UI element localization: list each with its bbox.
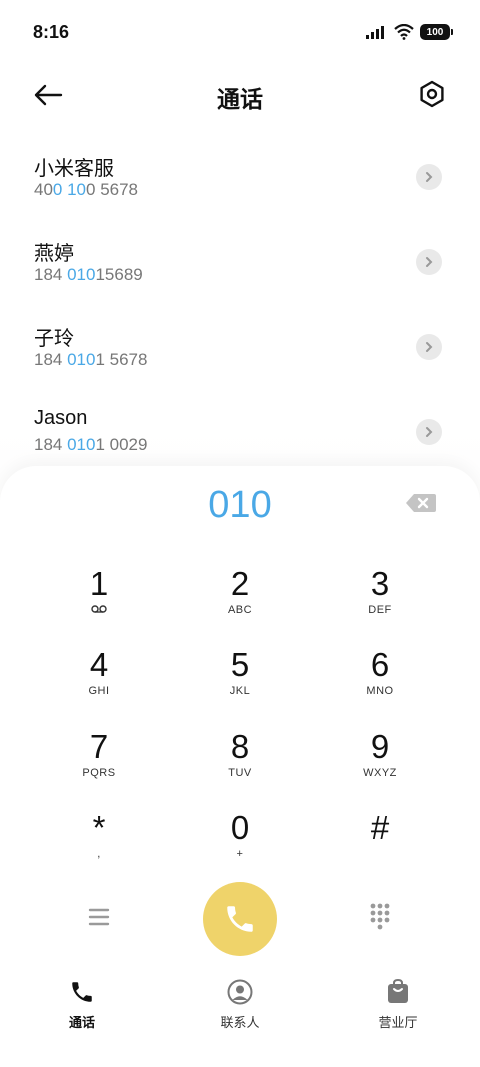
dialer-action-row [0,882,480,958]
keypad-toggle-button[interactable] [364,900,396,932]
chevron-right-icon [426,172,433,182]
menu-button[interactable] [84,902,114,932]
battery-level: 100 [426,26,444,38]
status-bar: 8:16 100 [0,0,480,66]
contact-person-icon [227,979,253,1005]
contact-detail-button[interactable] [416,334,442,360]
backspace-button[interactable] [404,491,438,515]
page-title: 通话 [217,87,263,113]
nav-tab-calls[interactable]: 通话 [22,978,142,1031]
chevron-right-icon [426,427,433,437]
key-star[interactable]: * , [39,810,159,882]
voicemail-icon [91,605,107,613]
backspace-icon [406,494,436,512]
settings-hexagon-icon [420,80,444,108]
nav-tab-store[interactable]: 营业厅 [338,978,458,1031]
contact-detail-button[interactable] [416,419,442,445]
contact-row[interactable]: 燕婷 184 01015689 [0,225,480,310]
contact-suggestions: 小米客服 400 100 5678 燕婷 184 01015689 子玲 184… [0,140,480,480]
key-9[interactable]: 9 WXYZ [320,729,440,801]
signal-icon [366,26,384,39]
wifi-icon [394,24,414,40]
contact-number: 400 100 5678 [34,180,139,199]
contact-name: 小米客服 [34,158,114,180]
chevron-right-icon [426,257,433,267]
bottom-nav: 通话 联系人 营业厅 [0,978,480,1038]
key-3[interactable]: 3 DEF [320,566,440,638]
phone-icon [72,982,92,1002]
key-1[interactable]: 1 [39,566,159,638]
key-8[interactable]: 8 TUV [180,729,300,801]
phone-icon [227,906,253,932]
contact-number: 184 0101 0029 [34,435,148,454]
key-5[interactable]: 5 JKL [180,647,300,719]
header: 通话 [0,70,480,120]
nav-label-contacts: 联系人 [220,1016,260,1031]
call-button[interactable] [203,882,277,956]
key-7[interactable]: 7 PQRS [39,729,159,801]
contact-name: 子玲 [34,328,74,350]
contact-row[interactable]: 子玲 184 0101 5678 [0,310,480,395]
contact-number: 184 01015689 [34,265,143,284]
contact-name: Jason [34,407,88,429]
menu-icon [88,908,110,926]
key-2[interactable]: 2 ABC [180,566,300,638]
battery-icon: 100 [420,24,453,40]
dialer-panel: 010 1 2 ABC 3 DEF 4 GHI 5 JKL 6 MNO 7 PQ… [0,466,480,1067]
contact-name: 燕婷 [34,243,74,265]
settings-button[interactable] [416,78,448,110]
dialpad-icon [370,903,390,930]
key-4[interactable]: 4 GHI [39,647,159,719]
key-hash[interactable]: # [320,810,440,882]
nav-label-calls: 通话 [68,1016,95,1031]
nav-label-store: 营业厅 [378,1016,418,1031]
contact-row[interactable]: 小米客服 400 100 5678 [0,140,480,225]
key-0[interactable]: 0 + [180,810,300,882]
contact-number: 184 0101 5678 [34,350,148,369]
status-icons: 100 [366,24,453,40]
contact-detail-button[interactable] [416,249,442,275]
key-6[interactable]: 6 MNO [320,647,440,719]
shopping-bag-icon [388,979,408,1003]
nav-tab-contacts[interactable]: 联系人 [180,978,300,1031]
status-time: 8:16 [33,22,70,42]
contact-detail-button[interactable] [416,164,442,190]
chevron-right-icon [426,342,433,352]
